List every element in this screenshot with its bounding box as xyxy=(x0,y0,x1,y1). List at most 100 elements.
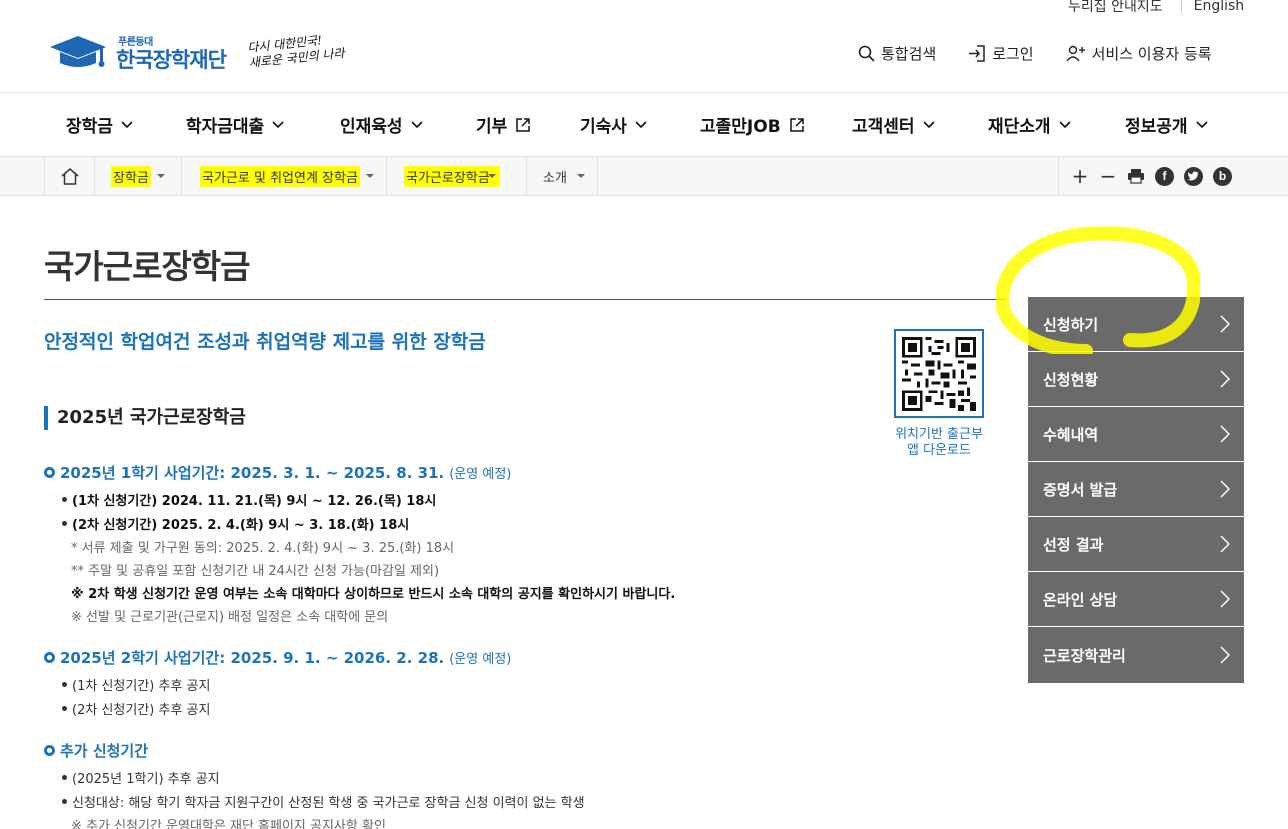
breadcrumb-item-scholarship[interactable]: 장학금 xyxy=(94,157,181,195)
utility-bar: 누리집 안내지도 English xyxy=(1068,0,1244,16)
page-subtitle: 안정적인 학업여건 조성과 취업역량 제고를 위한 장학금 xyxy=(44,331,486,353)
list-item: 신청대상: 해당 학기 학자금 지원구간이 산정된 학생 중 국가근로 장학금 … xyxy=(62,792,585,811)
nav-label: 장학금 xyxy=(66,117,113,137)
title-divider xyxy=(44,299,1006,300)
breadcrumb-item-category[interactable]: 국가근로 및 취업연계 장학금 xyxy=(181,157,386,195)
chevron-right-icon xyxy=(1220,370,1230,388)
list-item: (1차 신청기간) 추후 공지 xyxy=(62,675,210,694)
blog-share-button[interactable]: b xyxy=(1213,166,1232,186)
qr-code[interactable] xyxy=(894,329,984,418)
nav-donation[interactable]: 기부 xyxy=(476,112,531,137)
caret-down-icon xyxy=(487,174,496,178)
twitter-share-button[interactable] xyxy=(1184,166,1203,186)
breadcrumb-label: 장학금 xyxy=(111,165,151,187)
external-link-icon xyxy=(516,117,531,132)
side-menu-consult[interactable]: 온라인 상담 xyxy=(1028,572,1244,627)
list-item: (2차 신청기간) 추후 공지 xyxy=(62,699,210,718)
register-label: 서비스 이용자 등록 xyxy=(1091,45,1212,63)
nav-customer[interactable]: 고객센터 xyxy=(852,112,935,137)
side-menu: 신청하기 신청현황 수혜내역 증명서 발급 선정 결과 온라인 상담 근로장학관… xyxy=(1028,297,1244,683)
nav-talent[interactable]: 인재육성 xyxy=(340,112,423,137)
login-link[interactable]: 로그인 xyxy=(968,43,1034,64)
section-title-text: 추가 신청기간 xyxy=(60,742,149,760)
page-tools: + − f b xyxy=(1058,157,1242,195)
login-label: 로그인 xyxy=(992,45,1034,63)
zoom-out-button[interactable]: − xyxy=(1099,164,1117,188)
nav-label: 학자금대출 xyxy=(186,117,265,137)
chevron-down-icon xyxy=(121,120,133,128)
qr-caption: 위치기반 출근부 앱 다운로드 xyxy=(880,427,998,459)
caret-down-icon xyxy=(156,174,165,178)
facebook-share-button[interactable]: f xyxy=(1155,166,1174,186)
list-item-text: (1차 신청기간) 추후 공지 xyxy=(72,679,211,694)
twitter-icon xyxy=(1184,166,1203,186)
sub-note: ※ 선발 및 근로기관(근로지) 배정 일정은 소속 대학에 문의 xyxy=(71,610,389,625)
bullet-icon xyxy=(62,775,67,780)
section-title-text: 2025년 1학기 사업기간: 2025. 3. 1. ~ 2025. 8. 3… xyxy=(60,464,445,482)
sitemap-link[interactable]: 누리집 안내지도 xyxy=(1068,0,1163,16)
zoom-out-icon: − xyxy=(1099,164,1117,188)
side-menu-manage[interactable]: 근로장학관리 xyxy=(1028,627,1244,683)
blog-icon: b xyxy=(1213,166,1232,186)
qr-code-icon xyxy=(902,336,976,411)
list-item-text: (2차 신청기간) 2025. 2. 4.(화) 9시 ~ 3. 18.(화) … xyxy=(72,518,410,533)
breadcrumb-item-intro[interactable]: 소개 xyxy=(526,157,598,195)
qr-caption-line-1: 위치기반 출근부 xyxy=(895,427,983,442)
external-link-icon xyxy=(789,117,804,132)
print-button[interactable] xyxy=(1127,168,1145,184)
nav-job[interactable]: 고졸만JOB xyxy=(700,112,805,137)
slogan: 다시 대한민국! 새로운 국민의 나라 xyxy=(247,31,346,71)
nav-label: 인재육성 xyxy=(340,117,403,137)
list-item: (1차 신청기간) 2024. 11. 21.(목) 9시 ~ 12. 26.(… xyxy=(62,490,436,509)
nav-scholarship[interactable]: 장학금 xyxy=(66,112,133,137)
nav-dormitory[interactable]: 기숙사 xyxy=(580,112,647,137)
side-menu-label: 증명서 발급 xyxy=(1043,480,1118,499)
bullet-icon xyxy=(62,521,67,526)
zoom-in-button[interactable]: + xyxy=(1071,164,1089,188)
print-icon xyxy=(1128,169,1144,184)
site-logo[interactable]: 푸른등대 한국장학재단 xyxy=(48,33,227,73)
section-note: (운영 예정) xyxy=(449,467,512,482)
caret-down-icon xyxy=(576,174,585,178)
add-user-icon xyxy=(1066,45,1085,62)
graduation-cap-icon xyxy=(50,36,106,67)
side-menu-label: 온라인 상담 xyxy=(1043,590,1118,609)
qr-caption-line-2: 앱 다운로드 xyxy=(907,443,971,458)
side-menu-label: 신청하기 xyxy=(1043,315,1099,334)
breadcrumb-item-national-work[interactable]: 국가근로장학금 xyxy=(386,157,526,195)
section-note: (운영 예정) xyxy=(449,652,512,667)
register-link[interactable]: 서비스 이용자 등록 xyxy=(1066,43,1212,64)
divider xyxy=(1180,0,1182,13)
side-menu-certificate[interactable]: 증명서 발급 xyxy=(1028,462,1244,517)
chevron-right-icon xyxy=(1220,315,1230,333)
side-menu-status[interactable]: 신청현황 xyxy=(1028,352,1244,407)
breadcrumb-label: 소개 xyxy=(543,170,567,186)
side-menu-result[interactable]: 선정 결과 xyxy=(1028,517,1244,572)
side-menu-history[interactable]: 수혜내역 xyxy=(1028,407,1244,462)
zoom-in-icon: + xyxy=(1071,164,1089,188)
chevron-down-icon xyxy=(272,120,284,128)
home-button[interactable] xyxy=(44,157,94,195)
circle-bullet-icon xyxy=(44,467,55,478)
search-link[interactable]: 통합검색 xyxy=(858,43,936,64)
nav-about[interactable]: 재단소개 xyxy=(988,112,1071,137)
nav-loan[interactable]: 학자금대출 xyxy=(186,112,284,137)
section-title-text: 2025년 2학기 사업기간: 2025. 9. 1. ~ 2026. 2. 2… xyxy=(60,649,445,667)
side-menu-label: 신청현황 xyxy=(1043,370,1099,389)
side-menu-apply[interactable]: 신청하기 xyxy=(1028,297,1244,352)
chevron-right-icon xyxy=(1220,425,1230,443)
search-icon xyxy=(858,45,875,62)
list-item-text: 신청대상: 해당 학기 학자금 지원구간이 산정된 학생 중 국가근로 장학금 … xyxy=(72,796,585,811)
chevron-down-icon xyxy=(1195,120,1208,128)
circle-bullet-icon xyxy=(44,652,55,663)
side-menu-label: 선정 결과 xyxy=(1043,535,1104,554)
search-label: 통합검색 xyxy=(881,45,937,63)
facebook-icon: f xyxy=(1155,166,1174,186)
english-link[interactable]: English xyxy=(1194,0,1245,14)
sub-note: * 서류 제출 및 가구원 동의: 2025. 2. 4.(화) 9시 ~ 3.… xyxy=(71,541,455,556)
section-title-additional: 추가 신청기간 xyxy=(44,740,148,761)
home-icon xyxy=(61,167,78,185)
breadcrumb-label: 국가근로장학금 xyxy=(404,165,500,187)
nav-label: 고졸만JOB xyxy=(700,117,781,137)
nav-disclosure[interactable]: 정보공개 xyxy=(1125,112,1208,137)
